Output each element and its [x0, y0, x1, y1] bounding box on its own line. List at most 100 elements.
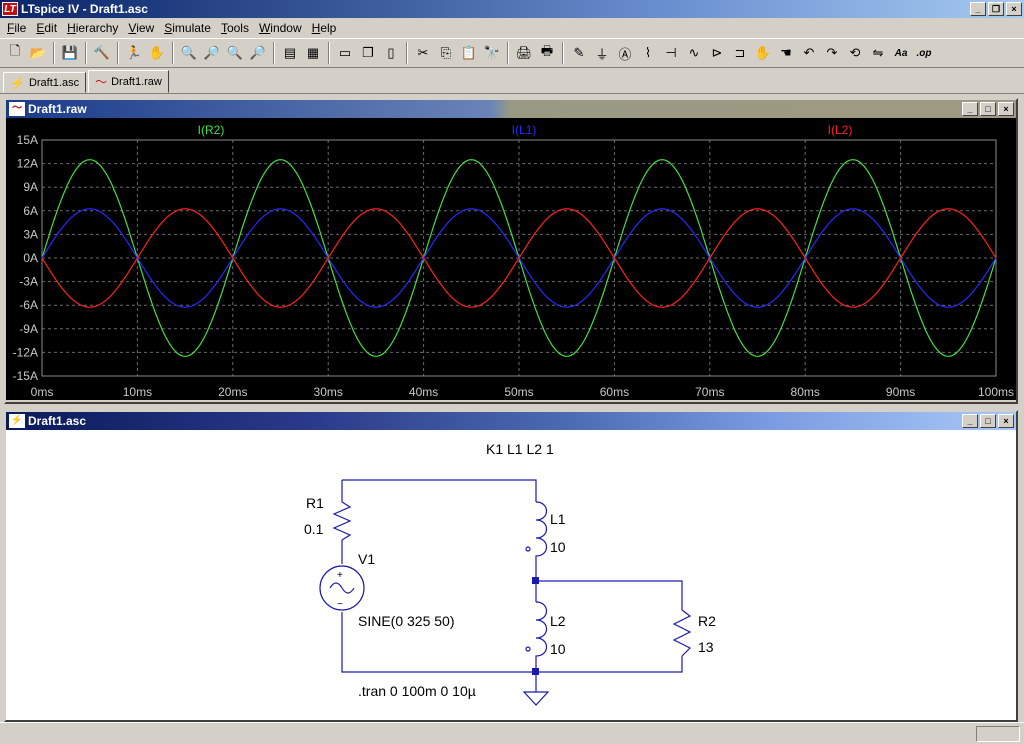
inductor-icon: ∿: [688, 45, 700, 60]
minimize-button[interactable]: _: [962, 414, 978, 428]
trace-label[interactable]: I(R2): [198, 123, 225, 137]
menu-label: ierarchy: [75, 20, 119, 35]
minimize-button[interactable]: _: [970, 2, 986, 16]
schematic-window-title-bar[interactable]: ⚡ Draft1.asc _ □ ×: [6, 412, 1016, 430]
waveform-window-title-bar[interactable]: 〜 Draft1.raw _ □ ×: [6, 100, 1016, 118]
waveform-plot[interactable]: 0ms 10ms 20ms 30ms 40ms 50ms 60ms 70ms 80ms 90ms 1…: [6, 118, 1016, 400]
minimize-button[interactable]: _: [962, 102, 978, 116]
resistor-r1-symbol[interactable]: [332, 501, 352, 541]
component-button[interactable]: ⊐: [729, 42, 751, 64]
resistor-button[interactable]: ⌇: [637, 42, 659, 64]
label-net-button[interactable]: Ⓐ: [614, 42, 636, 64]
mirror-icon: ⇋: [872, 45, 884, 60]
menu-tools[interactable]: Tools: [216, 21, 254, 35]
l1-name[interactable]: L1: [550, 511, 566, 527]
schematic-drawing[interactable]: K1 L1 L2 1 R1 0.1 V1 + − SINE(0 325 50) …: [6, 430, 1016, 720]
resistor-icon: ⌇: [644, 45, 652, 60]
r1-value[interactable]: 0.1: [304, 521, 324, 537]
tab-schematic[interactable]: ⚡ Draft1.asc: [3, 72, 87, 93]
x-tick-label: 50ms: [504, 385, 533, 399]
ground-symbol[interactable]: [522, 691, 550, 706]
schematic-canvas[interactable]: K1 L1 L2 1 R1 0.1 V1 + − SINE(0 325 50) …: [6, 430, 1016, 720]
menu-mnemonic: W: [258, 20, 271, 35]
wire[interactable]: [342, 479, 537, 502]
inductor-button[interactable]: ∿: [683, 42, 705, 64]
inductor-l2-symbol[interactable]: [535, 601, 548, 658]
tran-directive[interactable]: .tran 0 100m 0 10µ: [358, 683, 476, 699]
menu-window[interactable]: Window: [254, 21, 307, 35]
paste-button[interactable]: 📋: [458, 42, 480, 64]
waveform-chart[interactable]: 0ms 10ms 20ms 30ms 40ms 50ms 60ms 70ms 80ms 90ms 1…: [6, 118, 1016, 400]
coupling-directive[interactable]: K1 L1 L2 1: [486, 441, 554, 457]
tile-vertical-button[interactable]: ▯: [380, 42, 402, 64]
move-button[interactable]: ✋: [752, 42, 774, 64]
spice-directive-button[interactable]: .op: [913, 42, 935, 64]
menu-view[interactable]: View: [123, 21, 159, 35]
run-button[interactable]: 🏃: [123, 42, 145, 64]
wire[interactable]: [536, 656, 683, 673]
close-button[interactable]: ×: [998, 102, 1014, 116]
close-button[interactable]: ×: [1006, 2, 1022, 16]
r2-name[interactable]: R2: [698, 613, 716, 629]
l1-value[interactable]: 10: [550, 539, 566, 555]
maximize-button[interactable]: □: [980, 102, 996, 116]
wire[interactable]: [536, 580, 683, 610]
toolbar-separator: [117, 42, 119, 64]
find-button[interactable]: 🔭: [481, 42, 503, 64]
r1-name[interactable]: R1: [306, 495, 324, 511]
close-button[interactable]: ×: [998, 414, 1014, 428]
new-schematic-button[interactable]: 🗋: [4, 42, 26, 64]
zoom-fit-button[interactable]: 🔎: [247, 42, 269, 64]
menu-edit[interactable]: Edit: [31, 21, 62, 35]
v1-value[interactable]: SINE(0 325 50): [358, 613, 455, 629]
print-setup-button[interactable]: 🖨: [513, 42, 535, 64]
r2-value[interactable]: 13: [698, 639, 714, 655]
capacitor-button[interactable]: ⊣: [660, 42, 682, 64]
trace-label[interactable]: I(L2): [828, 123, 853, 137]
wire-button[interactable]: ✎: [568, 42, 590, 64]
menu-simulate[interactable]: Simulate: [159, 21, 216, 35]
drag-button[interactable]: ☚: [775, 42, 797, 64]
grid-button[interactable]: ▦: [302, 42, 324, 64]
halt-button[interactable]: ✋: [146, 42, 168, 64]
inductor-l1-symbol[interactable]: [535, 501, 548, 562]
open-button[interactable]: 📂: [27, 42, 49, 64]
zoom-in-button[interactable]: 🔍: [178, 42, 200, 64]
cascade-button[interactable]: ❐: [357, 42, 379, 64]
restore-button[interactable]: ❐: [988, 2, 1004, 16]
tab-label: Draft1.raw: [111, 75, 162, 88]
menu-label: indow: [270, 20, 302, 35]
autorange-button[interactable]: ▤: [279, 42, 301, 64]
l2-value[interactable]: 10: [550, 641, 566, 657]
text-button[interactable]: Aa: [890, 42, 912, 64]
zoom-out-button[interactable]: 🔍: [224, 42, 246, 64]
mirror-button[interactable]: ⇋: [867, 42, 889, 64]
schematic-window-title: Draft1.asc: [28, 414, 87, 428]
tile-horizontal-button[interactable]: ▭: [334, 42, 356, 64]
pan-button[interactable]: 🔎: [201, 42, 223, 64]
resistor-r2-symbol[interactable]: [672, 609, 692, 657]
menu-hierarchy[interactable]: Hierarchy: [62, 21, 123, 35]
cut-button[interactable]: ✂: [412, 42, 434, 64]
tab-waveform[interactable]: 〜 Draft1.raw: [88, 70, 169, 93]
undo-button[interactable]: ↶: [798, 42, 820, 64]
waveform-window-title: Draft1.raw: [28, 102, 87, 116]
control-panel-button[interactable]: 🔨: [91, 42, 113, 64]
new-schematic-icon: 🗋: [9, 43, 21, 58]
l2-name[interactable]: L2: [550, 613, 566, 629]
menu-help[interactable]: Help: [307, 21, 342, 35]
control-panel-icon: 🔨: [93, 45, 111, 60]
print-button[interactable]: 🖶: [536, 42, 558, 64]
maximize-button[interactable]: □: [980, 414, 996, 428]
diode-button[interactable]: ⊳: [706, 42, 728, 64]
trace-label[interactable]: I(L1): [512, 123, 537, 137]
copy-button[interactable]: ⎘: [435, 42, 457, 64]
menu-file[interactable]: File: [2, 21, 31, 35]
ground-button[interactable]: ⏚: [591, 42, 613, 64]
schematic-icon: ⚡: [10, 75, 25, 90]
v1-name[interactable]: V1: [358, 551, 375, 567]
rotate-button[interactable]: ⟲: [844, 42, 866, 64]
save-button[interactable]: 💾: [59, 42, 81, 64]
toolbar-separator: [273, 42, 275, 64]
redo-button[interactable]: ↷: [821, 42, 843, 64]
